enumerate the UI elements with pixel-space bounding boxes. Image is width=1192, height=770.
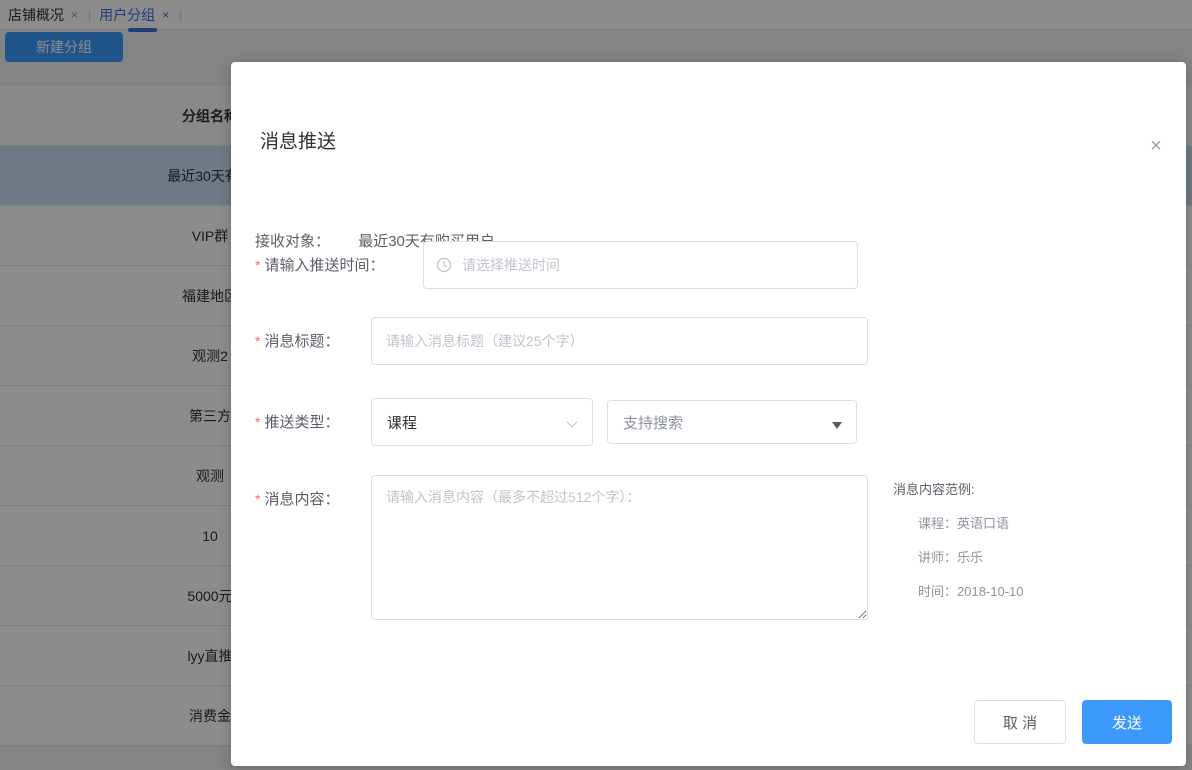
message-content-label: * 消息内容： <box>255 491 340 508</box>
push-type-label: * 推送类型： <box>255 414 340 431</box>
dropdown-arrow-icon <box>832 422 842 429</box>
message-title-input[interactable] <box>371 317 868 365</box>
dialog-footer: 取 消 发送 <box>974 700 1172 744</box>
page: 店铺概况 × | 用户分组 × | 新建分组 分组名称 最近30天有购 VIP群 福建… <box>0 0 1192 770</box>
push-time-label: * 请输入推送时间： <box>255 257 385 274</box>
push-time-input[interactable] <box>423 241 858 289</box>
message-push-dialog: 消息推送 × 接收对象： 最近30天有购买用户 *请输入推送时间： *消息标题： <box>231 62 1186 766</box>
chevron-down-icon <box>566 416 578 428</box>
example-item: 讲师：乐乐 <box>918 550 984 565</box>
required-asterisk: * <box>255 414 261 430</box>
message-title-label: * 消息标题： <box>255 333 340 350</box>
message-title-row: * 消息标题： <box>231 317 1186 365</box>
required-asterisk: * <box>255 333 261 349</box>
example-item: 课程：英语口语 <box>918 516 1010 531</box>
required-asterisk: * <box>255 257 261 273</box>
message-content-textarea[interactable] <box>371 475 868 620</box>
cancel-button[interactable]: 取 消 <box>974 700 1066 744</box>
content-example-panel: 消息内容范例: 课程：英语口语 讲师：乐乐时间：2018-10-10 <box>893 479 1183 615</box>
push-type-row: * 推送类型： 课程 支持搜索 <box>231 398 1186 446</box>
example-item: 时间：2018-10-10 <box>918 584 1024 599</box>
push-type-select[interactable]: 课程 <box>371 398 593 446</box>
example-title: 消息内容范例: <box>893 482 975 497</box>
close-icon[interactable]: × <box>1144 134 1168 158</box>
send-button[interactable]: 发送 <box>1082 700 1172 744</box>
push-type-selected-value: 课程 <box>387 414 418 432</box>
course-search-placeholder: 支持搜索 <box>623 414 684 432</box>
push-time-picker[interactable] <box>423 241 858 289</box>
dialog-title: 消息推送 <box>260 131 337 153</box>
example-items: 课程：英语口语 讲师：乐乐时间：2018-10-10 <box>893 513 1183 600</box>
course-search-select[interactable]: 支持搜索 <box>607 400 857 444</box>
required-asterisk: * <box>255 491 261 507</box>
push-time-row: * 请输入推送时间： <box>231 241 1186 289</box>
